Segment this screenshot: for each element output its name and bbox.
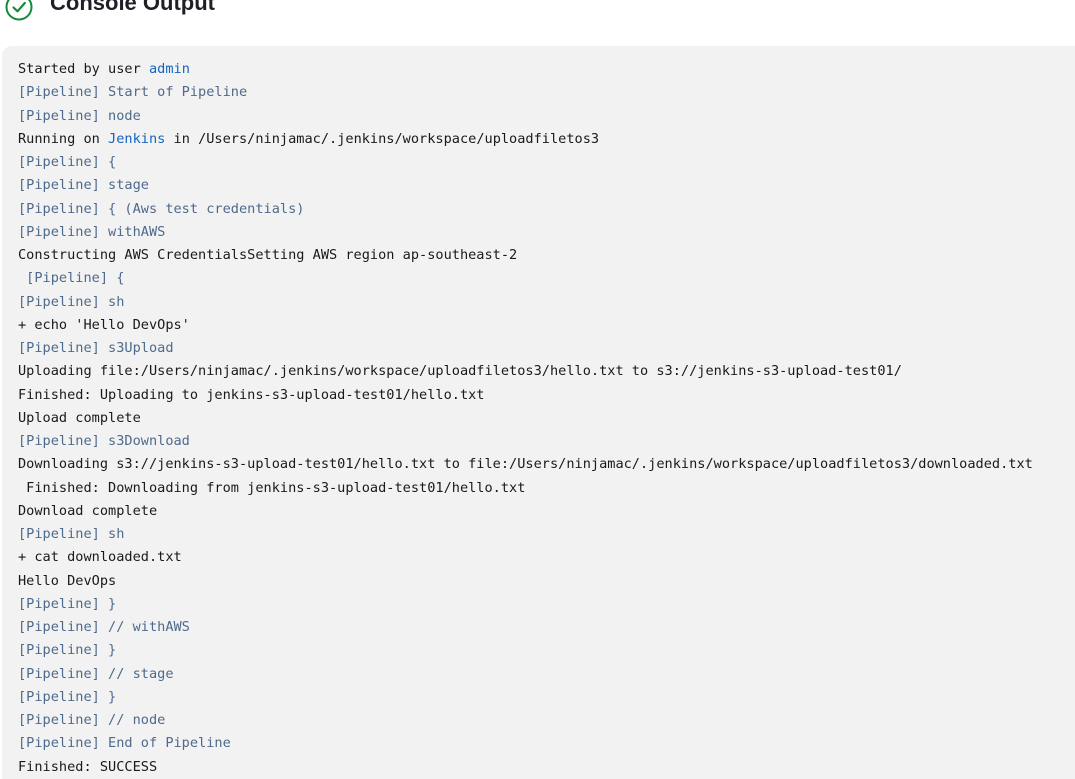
console-line: [Pipeline] s3Download xyxy=(18,433,190,449)
console-line: [Pipeline] s3Upload xyxy=(18,340,174,356)
console-line: Upload complete xyxy=(18,409,141,426)
console-link-admin[interactable]: admin xyxy=(149,61,190,77)
console-line: [Pipeline] // stage xyxy=(18,665,174,682)
console-line: + echo 'Hello DevOps' xyxy=(18,316,190,333)
console-line: [Pipeline] withAWS xyxy=(18,223,166,240)
console-line: [Pipeline] sh xyxy=(18,526,125,542)
console-line: [Pipeline] { xyxy=(18,270,125,287)
console-line: Uploading file:/Users/ninjamac/.jenkins/… xyxy=(18,363,902,380)
console-line: Started by user admin xyxy=(18,58,1033,81)
console-line: [Pipeline] { (Aws test credentials) xyxy=(18,200,305,217)
console-line: Constructing AWS CredentialsSetting AWS … xyxy=(18,247,518,263)
console-line: Finished: SUCCESS xyxy=(18,758,158,775)
console-log: Started by user admin [Pipeline] Start of… xyxy=(18,58,1033,779)
console-line: [Pipeline] { xyxy=(18,154,117,170)
console-line: Running on Jenkins in /Users/ninjamac/.j… xyxy=(18,128,1033,151)
console-line: + cat downloaded.txt xyxy=(18,549,182,566)
console-line: [Pipeline] } xyxy=(18,688,117,705)
console-line: [Pipeline] Start of Pipeline xyxy=(18,84,248,101)
check-circle-icon xyxy=(5,0,33,21)
console-line: [Pipeline] End of Pipeline xyxy=(18,735,231,752)
console-link-jenkins[interactable]: Jenkins xyxy=(108,131,165,147)
console-line: [Pipeline] // node xyxy=(18,712,166,728)
console-line: Finished: Uploading to jenkins-s3-upload… xyxy=(18,386,485,403)
page-title: Console Output xyxy=(50,0,215,15)
console-line: [Pipeline] } xyxy=(18,595,117,612)
console-line: Downloading s3://jenkins-s3-upload-test0… xyxy=(18,456,1033,473)
console-line: [Pipeline] node xyxy=(18,107,141,124)
console-line: [Pipeline] stage xyxy=(18,177,149,194)
console-line: [Pipeline] // withAWS xyxy=(18,619,190,635)
console-line: Hello DevOps xyxy=(18,572,117,589)
console-line: Download complete xyxy=(18,502,158,519)
console-line: [Pipeline] } xyxy=(18,642,117,659)
console-line-text: Started by user xyxy=(18,61,149,77)
console-line-text: Running on xyxy=(18,130,109,147)
console-line: [Pipeline] sh xyxy=(18,293,125,310)
console-line: Finished: Downloading from jenkins-s3-up… xyxy=(18,479,526,496)
console-line-text: in /Users/ninjamac/.jenkins/workspace/up… xyxy=(165,130,600,147)
